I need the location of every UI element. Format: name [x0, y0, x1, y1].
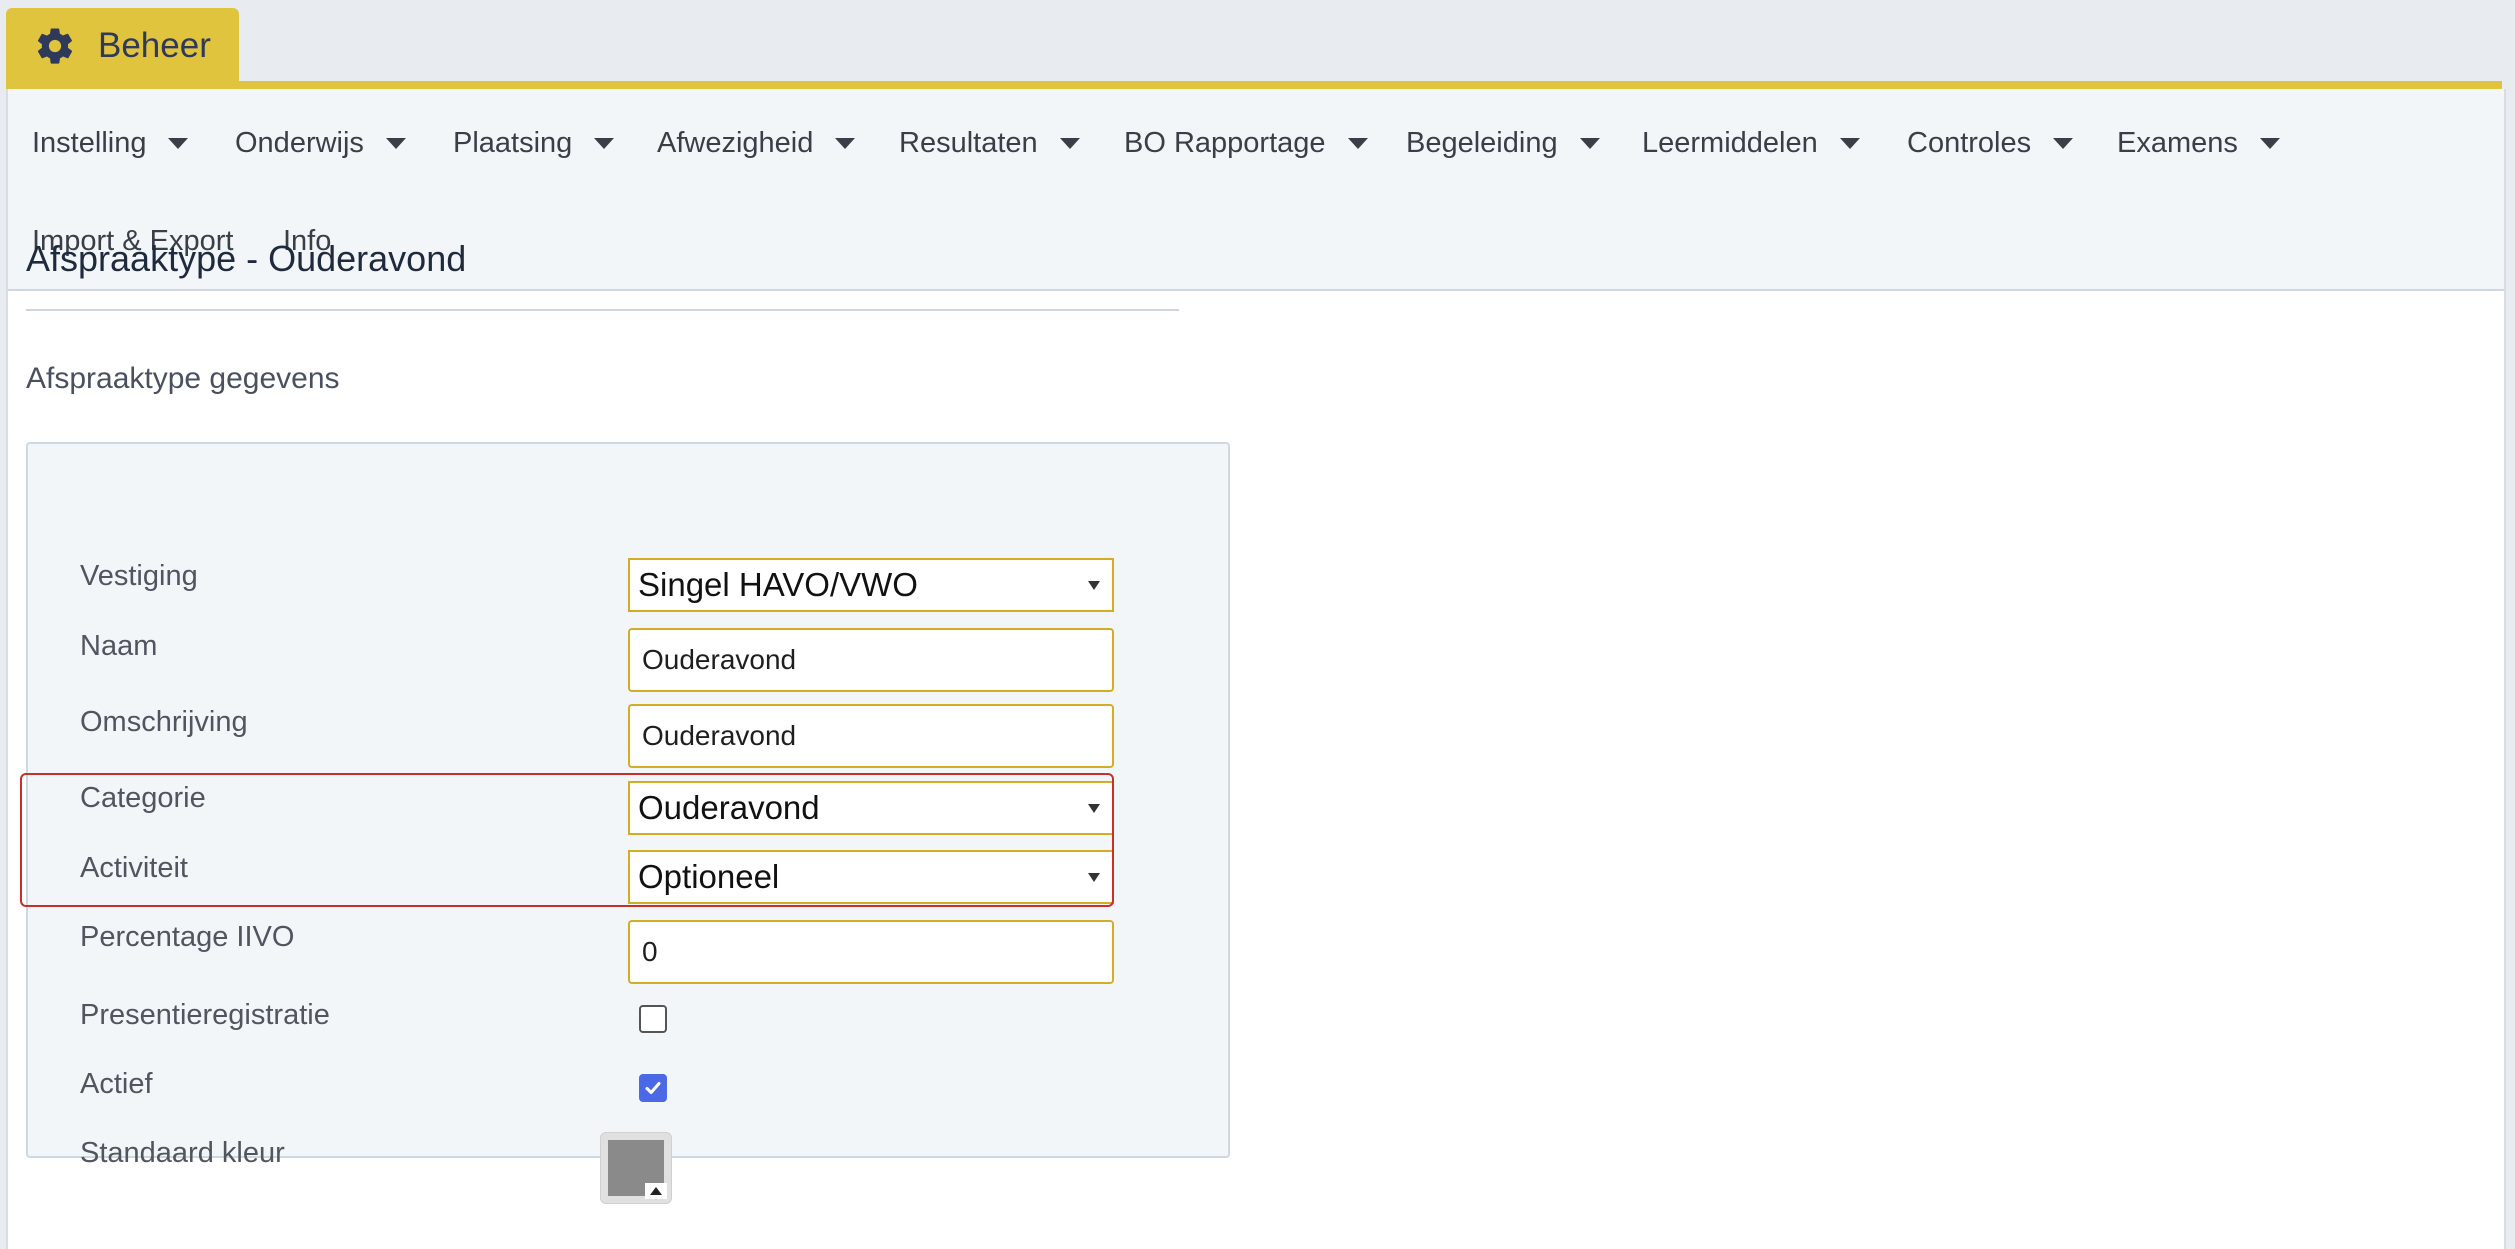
menu-onderwijs[interactable]: Onderwijs [235, 127, 406, 160]
gear-icon [30, 21, 80, 71]
actief-label: Actief [80, 1068, 153, 1100]
caret-down-icon [2053, 138, 2074, 149]
caret-down-icon [1347, 138, 1368, 149]
menu-afwezigheid[interactable]: Afwezigheid [657, 127, 856, 160]
checkmark-icon [645, 1082, 661, 1094]
percentage-field[interactable]: 0 [628, 920, 1114, 984]
naam-field[interactable]: Ouderavond [628, 628, 1114, 692]
omschrijving-value: Ouderavond [642, 720, 797, 751]
section-title: Afspraaktype gegevens [26, 362, 340, 395]
naam-value: Ouderavond [642, 644, 797, 675]
vestiging-value: Singel HAVO/VWO [638, 566, 918, 603]
vestiging-select[interactable]: Singel HAVO/VWO [628, 558, 1114, 612]
menu-instelling[interactable]: Instelling [32, 127, 189, 160]
menu-controles[interactable]: Controles [1907, 127, 2074, 160]
color-picker[interactable] [600, 1132, 672, 1204]
menu-bo-rapportage[interactable]: BO Rapportage [1124, 127, 1368, 160]
naam-label: Naam [80, 630, 158, 662]
menu-label: Examens [2117, 127, 2238, 159]
caret-down-icon [1839, 138, 1860, 149]
beheer-tab[interactable]: Beheer [6, 8, 239, 84]
vestiging-label: Vestiging [80, 560, 198, 592]
presentie-checkbox[interactable] [639, 1005, 667, 1033]
dropdown-arrow-icon [1088, 581, 1100, 590]
caret-down-icon [2259, 138, 2280, 149]
presentie-label: Presentieregistratie [80, 999, 330, 1031]
highlight-box [20, 773, 1114, 907]
menu-label: BO Rapportage [1124, 127, 1326, 159]
menu-label: Afwezigheid [657, 127, 814, 159]
menu-label: Leermiddelen [1642, 127, 1818, 159]
caret-down-icon [835, 138, 856, 149]
kleur-label: Standaard kleur [80, 1137, 285, 1169]
percentage-value: 0 [642, 936, 658, 967]
tab-underline [6, 81, 2502, 89]
title-divider [26, 309, 1179, 311]
caret-down-icon [168, 138, 189, 149]
menu-resultaten[interactable]: Resultaten [899, 127, 1080, 160]
actief-checkbox[interactable] [639, 1074, 667, 1102]
percentage-label: Percentage IIVO [80, 921, 295, 953]
caret-down-icon [385, 138, 406, 149]
caret-down-icon [1579, 138, 1600, 149]
color-picker-arrow-icon [645, 1183, 667, 1199]
menu-begeleiding[interactable]: Begeleiding [1406, 127, 1600, 160]
page-title: Afspraaktype - Ouderavond [26, 238, 467, 279]
caret-down-icon [1059, 138, 1080, 149]
menu-plaatsing[interactable]: Plaatsing [453, 127, 615, 160]
tab-title: Beheer [98, 26, 211, 65]
menu-label: Onderwijs [235, 127, 364, 159]
caret-down-icon [594, 138, 615, 149]
menu-label: Begeleiding [1406, 127, 1558, 159]
menu-label: Controles [1907, 127, 2032, 159]
menu-label: Plaatsing [453, 127, 573, 159]
menu-leermiddelen[interactable]: Leermiddelen [1642, 127, 1860, 160]
menu-label: Instelling [32, 127, 147, 159]
omschrijving-label: Omschrijving [80, 706, 248, 738]
omschrijving-field[interactable]: Ouderavond [628, 704, 1114, 768]
menu-examens[interactable]: Examens [2117, 127, 2280, 160]
menu-label: Resultaten [899, 127, 1038, 159]
